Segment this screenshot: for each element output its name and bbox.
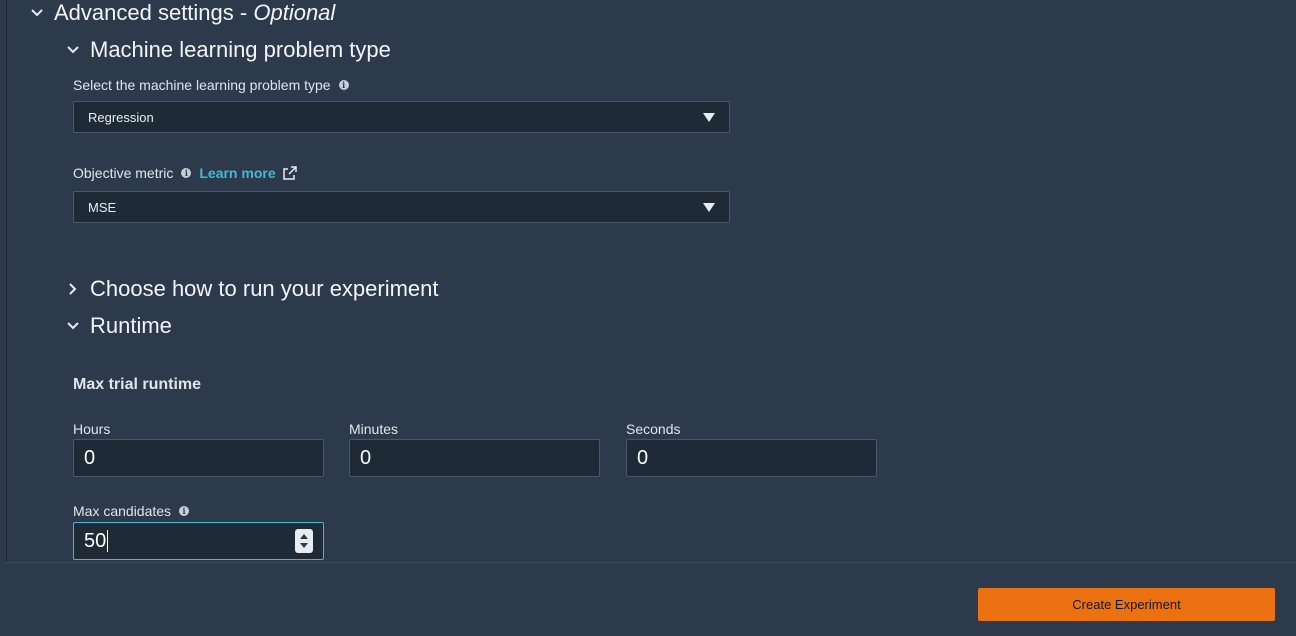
problem-type-label: Select the machine learning problem type…	[73, 77, 349, 93]
info-icon[interactable]: i	[338, 80, 349, 90]
footer-divider	[6, 562, 1296, 563]
stepper-up-icon[interactable]	[300, 534, 308, 539]
run-experiment-header[interactable]: Choose how to run your experiment	[66, 276, 439, 302]
hours-label: Hours	[73, 421, 111, 437]
max-candidates-label: Max candidates i	[73, 503, 190, 519]
info-icon[interactable]: i	[179, 506, 190, 516]
optional-tag: Optional	[253, 0, 336, 25]
hours-input[interactable]: 0	[73, 439, 324, 477]
minutes-value: 0	[360, 446, 372, 469]
stepper-down-icon[interactable]	[300, 543, 308, 548]
caret-down-icon	[703, 202, 715, 212]
ml-problem-type-title: Machine learning problem type	[90, 37, 391, 62]
number-stepper[interactable]	[295, 529, 313, 553]
left-divider	[6, 0, 7, 562]
run-experiment-title: Choose how to run your experiment	[90, 276, 439, 301]
objective-metric-value: MSE	[88, 199, 117, 215]
create-experiment-button[interactable]: Create Experiment	[978, 588, 1275, 621]
runtime-header[interactable]: Runtime	[66, 313, 172, 339]
max-trial-runtime-label: Max trial runtime	[73, 376, 202, 393]
objective-metric-label: Objective metric i Learn more	[73, 165, 298, 181]
chevron-down-icon[interactable]	[66, 45, 80, 55]
advanced-settings-title: Advanced settings - Optional	[54, 0, 336, 25]
problem-type-select[interactable]: Regression	[73, 101, 730, 133]
ml-problem-type-header[interactable]: Machine learning problem type	[66, 37, 391, 63]
learn-more-link[interactable]: Learn more	[199, 165, 297, 181]
minutes-input[interactable]: 0	[349, 439, 600, 477]
seconds-label: Seconds	[626, 421, 681, 437]
caret-down-icon	[703, 112, 715, 122]
chevron-down-icon[interactable]	[30, 8, 44, 18]
runtime-title: Runtime	[90, 313, 172, 338]
max-candidates-input[interactable]: 50	[73, 522, 324, 560]
seconds-input[interactable]: 0	[626, 439, 877, 477]
seconds-value: 0	[637, 446, 649, 469]
info-icon[interactable]: i	[181, 168, 192, 178]
external-link-icon	[282, 166, 297, 180]
chevron-right-icon[interactable]	[66, 282, 80, 296]
max-candidates-value: 50	[84, 529, 107, 552]
chevron-down-icon[interactable]	[66, 321, 80, 331]
automl-settings-page: Advanced settings - Optional Machine lea…	[0, 0, 1296, 636]
advanced-settings-header[interactable]: Advanced settings - Optional	[30, 0, 335, 26]
hours-value: 0	[84, 446, 96, 469]
minutes-label: Minutes	[349, 421, 399, 437]
text-cursor	[107, 530, 109, 552]
problem-type-value: Regression	[88, 109, 154, 125]
objective-metric-select[interactable]: MSE	[73, 191, 730, 223]
